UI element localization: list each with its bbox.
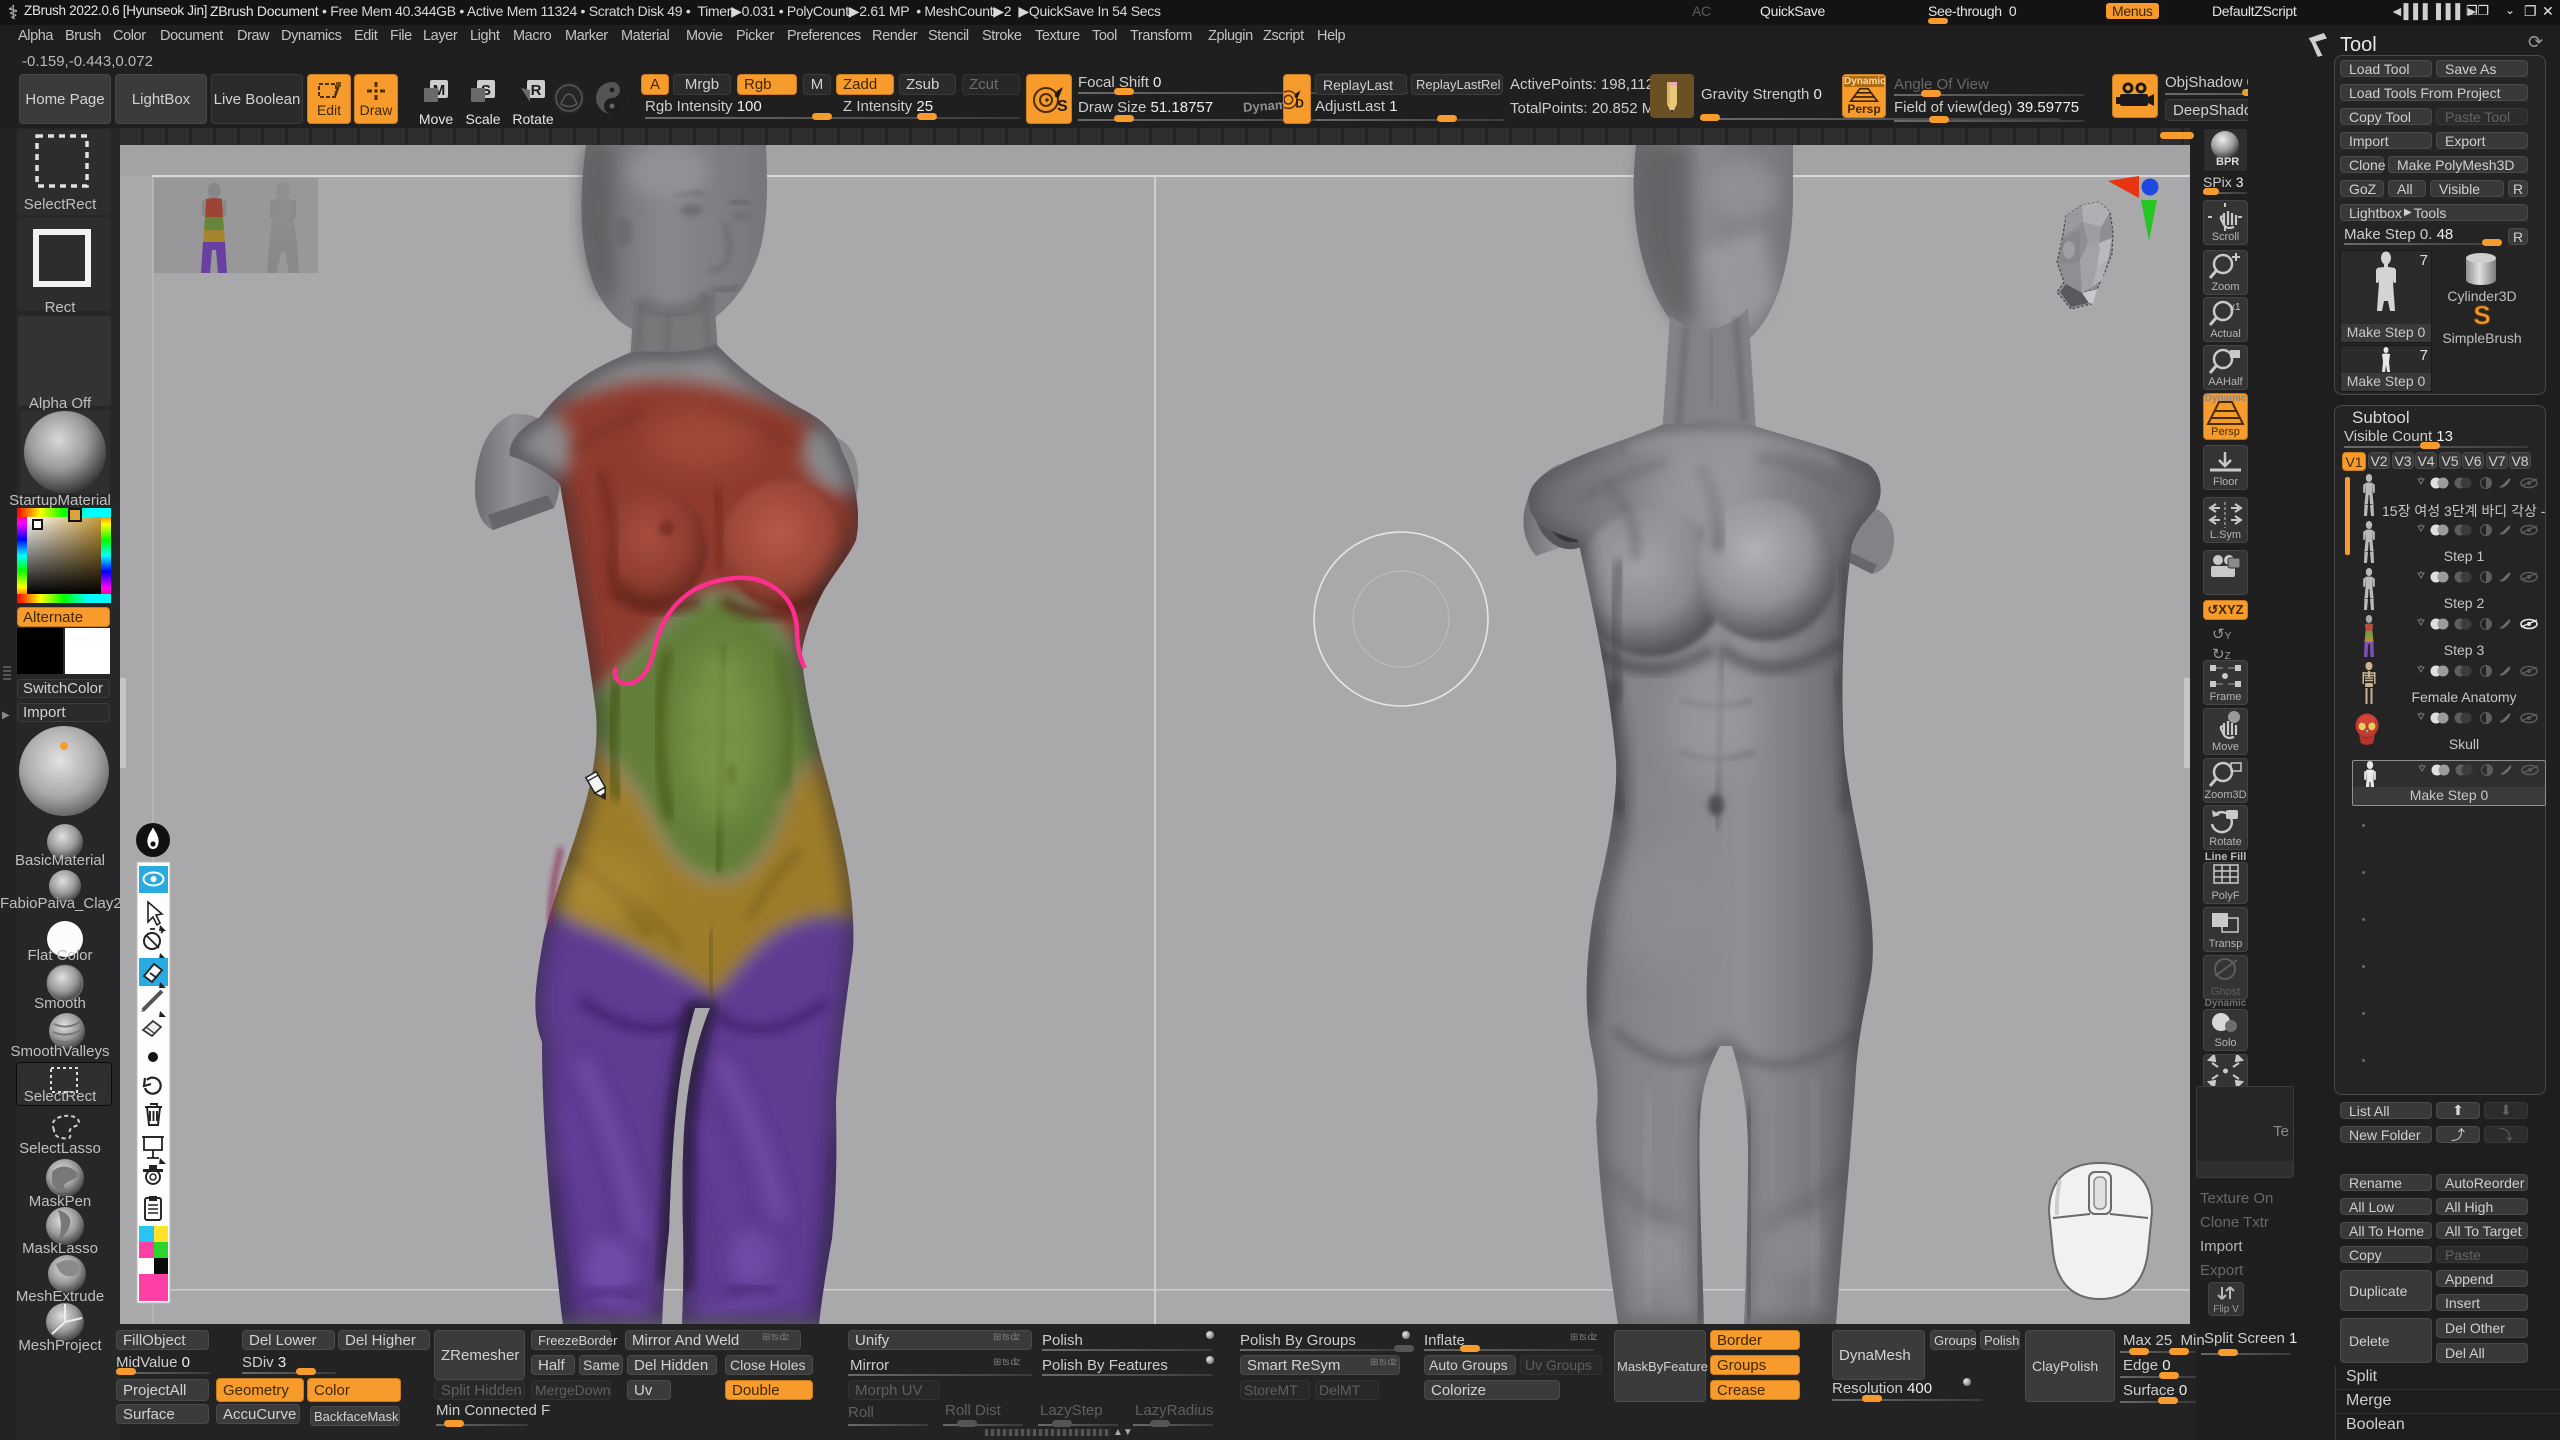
svg-text:D: D xyxy=(1296,99,1304,111)
svg-text:S: S xyxy=(1057,98,1068,115)
svg-text:R: R xyxy=(531,82,542,99)
svg-text:x1: x1 xyxy=(2230,302,2241,313)
svg-text:S: S xyxy=(2473,303,2490,329)
svg-text:BPR: BPR xyxy=(2216,156,2239,168)
